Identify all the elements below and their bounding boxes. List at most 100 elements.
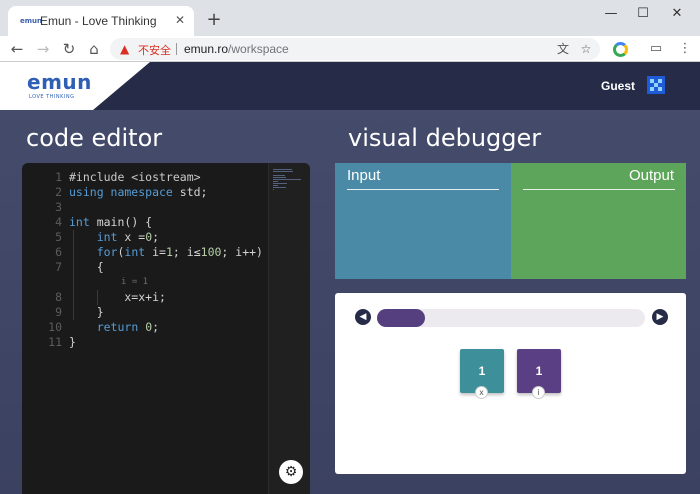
code-text: } [69,335,76,350]
minimap-line [273,171,293,172]
emun-favicon-icon: emun [20,17,43,25]
minimap-line [273,189,274,190]
maximize-icon[interactable]: ☐ [628,4,658,24]
url-text[interactable]: emun.ro/workspace [184,42,289,56]
line-number: 11 [48,335,62,349]
input-panel[interactable]: Input [335,163,511,279]
minimap-line [273,169,292,170]
variable-x-tag: x [475,386,488,399]
logo[interactable]: emun LOVE THINKING [0,62,150,110]
user-name[interactable]: Guest [601,79,635,93]
code-token: int [96,230,118,244]
close-tab-icon[interactable]: ✕ [172,12,188,28]
close-window-icon[interactable]: ✕ [662,4,692,24]
code-token: x = [117,230,146,244]
code-token: 100 [200,245,222,259]
code-text: x=x+i; [69,290,166,305]
code-line[interactable]: 1 #include <iostream> [22,170,268,185]
code-token: ; i++) [221,245,263,259]
line-number: 6 [55,245,62,259]
security-label[interactable]: 不安全 [138,42,171,58]
step-back-icon[interactable]: ◀ [355,309,371,325]
reload-icon[interactable]: ↻ [58,38,80,60]
app-header: emun LOVE THINKING Guest [0,62,700,110]
minimize-icon[interactable]: — [596,4,626,24]
star-icon[interactable]: ☆ [578,41,594,57]
code-text: int x =0; [69,230,159,245]
browser-tabstrip: emun Emun - Love Thinking ✕ + — ☐ ✕ [0,0,700,36]
code-line[interactable]: 10 return 0; [22,320,268,335]
code-minimap[interactable] [268,163,310,494]
extension-icon[interactable] [613,42,628,57]
output-panel[interactable]: Output [511,163,686,279]
code-line[interactable]: 6 for(int i=1; i≤100; i++) [22,245,268,260]
code-token: ; [152,230,160,244]
code-text: for(int i=1; i≤100; i++) [69,245,263,260]
home-icon[interactable]: ⌂ [83,38,105,60]
code-text: using namespace std; [69,185,207,200]
avatar[interactable] [647,76,665,94]
line-number: 10 [48,320,62,334]
minimap-line [273,179,301,180]
settings-button[interactable]: ⚙ [279,460,303,484]
code-token: 1 [165,245,173,259]
translate-icon[interactable]: 文 [555,41,571,57]
logo-text: emun [27,70,92,94]
code-line[interactable]: 7 { [22,260,268,275]
input-divider [347,189,499,190]
code-token: ; [152,320,160,334]
code-line[interactable]: 9 } [22,305,268,320]
minimap-line [273,177,286,178]
code-token: int [124,245,146,259]
code-token: } [69,305,104,319]
code-text: int main() { [69,215,152,230]
tab-title: Emun - Love Thinking [40,14,157,28]
code-editor[interactable]: i = 1 ⚙ 1 #include <iostream> 2 using names… [22,163,310,494]
code-token: #include <iostream> [69,170,201,184]
code-text: { [69,260,104,275]
debugger-panel: ◀ ▶ 1 x 1 i [335,293,686,474]
menu-icon[interactable]: ⋮ [676,40,694,58]
address-bar[interactable]: ▲ 不安全 emun.ro/workspace 文 ☆ [110,38,600,60]
code-token: i= [145,245,166,259]
code-line[interactable]: 11} [22,335,268,350]
code-editor-title: code editor [26,124,163,152]
cast-icon[interactable]: ▭ [647,40,665,58]
step-forward-icon[interactable]: ▶ [652,309,668,325]
browser-tab[interactable]: emun Emun - Love Thinking ✕ [8,6,194,36]
code-token: return [96,320,139,334]
input-label: Input [347,167,381,184]
inline-hint: i = 1 [121,277,149,287]
minimap-line [273,181,278,182]
variable-i-tag: i [532,386,545,399]
new-tab-icon[interactable]: + [204,10,224,30]
line-number: 2 [55,185,62,199]
code-text: #include <iostream> [69,170,201,185]
line-number: 5 [55,230,62,244]
code-text: return 0; [69,320,159,335]
warning-icon[interactable]: ▲ [120,41,134,56]
code-token: } [69,335,76,349]
code-line[interactable]: 8 x=x+i; [22,290,268,305]
code-line[interactable]: 5 int x =0; [22,230,268,245]
code-line[interactable]: 2 using namespace std; [22,185,268,200]
code-token: std; [172,185,208,199]
code-token: ≤ [193,245,201,259]
code-token: for [96,245,118,259]
line-number: 8 [55,290,62,304]
io-panel: Input Output [335,163,686,279]
line-number: 3 [55,200,62,214]
line-number: 1 [55,170,62,184]
url-host: emun.ro [184,42,229,56]
forward-icon[interactable]: → [32,38,54,60]
logo-tagline: LOVE THINKING [29,94,75,100]
step-progress-track[interactable] [377,309,645,327]
step-progress-fill[interactable] [377,309,426,327]
code-text: } [69,305,104,320]
code-token: using namespace [69,185,173,199]
code-line[interactable]: 4 int main() { [22,215,268,230]
code-line[interactable]: 3 [22,200,268,215]
back-icon[interactable]: ← [6,38,28,60]
